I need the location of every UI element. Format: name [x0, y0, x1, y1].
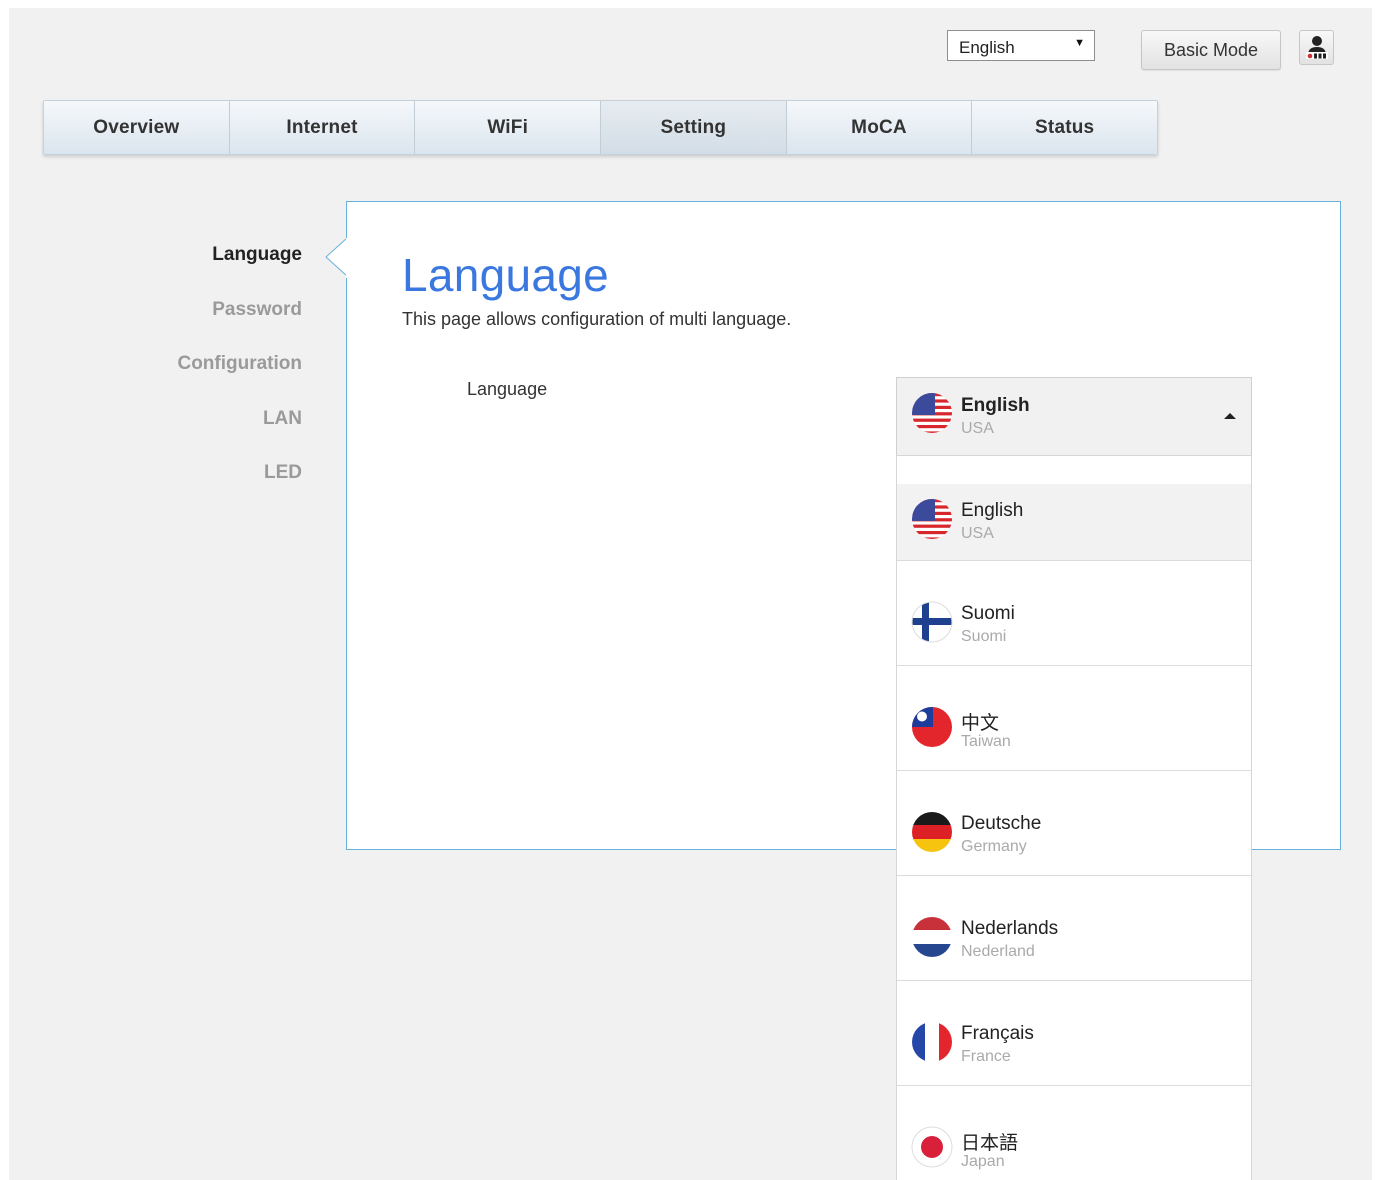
- tab-internet[interactable]: Internet: [229, 101, 416, 154]
- japan-flag-icon: [911, 1126, 953, 1168]
- user-button[interactable]: [1299, 30, 1334, 65]
- option-name: Deutsche: [961, 813, 1042, 834]
- option-name: Français: [961, 1023, 1034, 1044]
- basic-mode-button[interactable]: Basic Mode: [1141, 30, 1281, 70]
- side-nav-configuration[interactable]: Configuration: [130, 349, 302, 404]
- option-sub: USA: [961, 525, 994, 542]
- language-option-chinese[interactable]: 中文 Taiwan: [897, 666, 1251, 771]
- dropdown-selected-name: English: [961, 395, 1030, 416]
- option-name: 日本語: [961, 1133, 1019, 1154]
- chevron-up-icon: [1224, 413, 1236, 419]
- option-sub: France: [961, 1048, 1011, 1065]
- language-option-nederlands[interactable]: Nederlands Nederland: [897, 876, 1251, 981]
- option-sub: Taiwan: [961, 733, 1011, 750]
- language-option-english[interactable]: English USA: [897, 484, 1251, 561]
- language-dropdown[interactable]: English USA: [896, 377, 1252, 456]
- taiwan-flag-icon: [912, 707, 952, 747]
- language-option-francais[interactable]: Français France: [897, 981, 1251, 1086]
- panel-pointer: [325, 238, 348, 278]
- usa-flag-icon: [912, 393, 952, 433]
- user-icon: [1306, 36, 1328, 59]
- finland-flag-icon: [911, 601, 953, 643]
- option-sub: Japan: [961, 1153, 1005, 1170]
- option-name: Nederlands: [961, 918, 1059, 939]
- dropdown-selected-sub: USA: [961, 420, 994, 437]
- language-field-label: Language: [467, 379, 548, 399]
- language-select-value: English: [959, 38, 1015, 57]
- tab-wifi[interactable]: WiFi: [415, 101, 602, 154]
- language-option-deutsche[interactable]: Deutsche Germany: [897, 771, 1251, 876]
- side-nav-password[interactable]: Password: [130, 295, 302, 350]
- france-flag-icon: [912, 1022, 952, 1062]
- language-option-japanese[interactable]: 日本語 Japan: [897, 1086, 1251, 1180]
- option-sub: Germany: [961, 838, 1027, 855]
- netherlands-flag-icon: [912, 917, 952, 957]
- tab-overview[interactable]: Overview: [44, 101, 230, 154]
- option-name: Suomi: [961, 603, 1015, 624]
- language-select[interactable]: English ▼: [947, 30, 1095, 61]
- side-nav: Language Password Configuration LAN LED: [130, 240, 302, 513]
- side-nav-led[interactable]: LED: [130, 458, 302, 513]
- option-name: 中文: [961, 713, 1000, 734]
- tab-moca[interactable]: MoCA: [786, 101, 973, 154]
- option-sub: Suomi: [961, 628, 1007, 645]
- side-nav-language[interactable]: Language: [130, 240, 302, 295]
- main-tabs: Overview Internet WiFi Setting MoCA Stat…: [43, 100, 1158, 155]
- germany-flag-icon: [912, 812, 952, 852]
- tab-setting[interactable]: Setting: [601, 101, 787, 154]
- option-name: English: [961, 500, 1024, 521]
- option-sub: Nederland: [961, 943, 1035, 960]
- page-description: This page allows configuration of multi …: [402, 309, 792, 329]
- side-nav-lan[interactable]: LAN: [130, 404, 302, 459]
- language-option-suomi[interactable]: Suomi Suomi: [897, 561, 1251, 666]
- language-dropdown-list: English USA Suomi Suomi 中文 Taiwan Deutsc…: [896, 455, 1252, 1180]
- chevron-down-icon: ▼: [1074, 37, 1085, 49]
- page-title: Language: [402, 249, 610, 301]
- tab-status[interactable]: Status: [972, 101, 1157, 154]
- usa-flag-icon: [912, 499, 952, 539]
